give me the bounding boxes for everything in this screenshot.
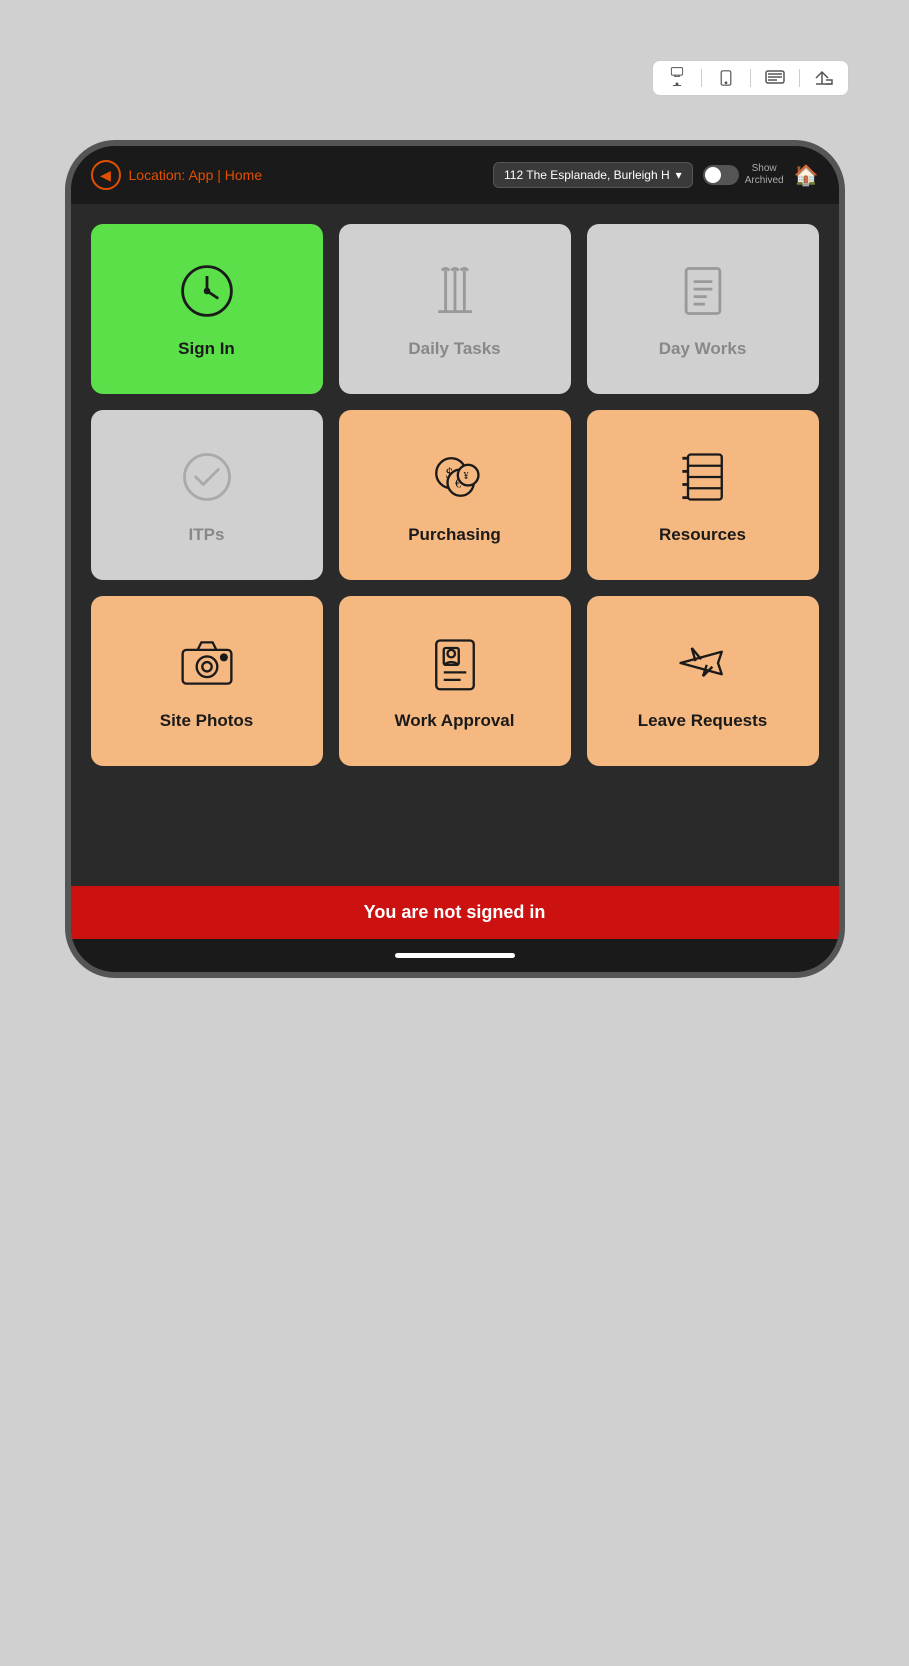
toggle-label: ShowArchived: [745, 163, 784, 187]
work-approval-tile[interactable]: Work Approval: [339, 596, 571, 766]
page-wrapper: ◀ Location: App | Home 112 The Esplanade…: [0, 0, 909, 1666]
daily-tasks-tile[interactable]: Daily Tasks: [339, 224, 571, 394]
purchasing-label: Purchasing: [408, 525, 501, 545]
itps-label: ITPs: [189, 525, 225, 545]
location-dropdown[interactable]: 112 The Esplanade, Burleigh H ▾: [493, 162, 693, 188]
grid-spacer: [71, 786, 839, 886]
location-path: App | Home: [188, 167, 262, 183]
tile-grid: Sign In Daily Tasks: [71, 204, 839, 786]
phone-device: ◀ Location: App | Home 112 The Esplanade…: [65, 140, 845, 978]
back-arrow-icon: ◀: [100, 167, 111, 184]
day-works-tile[interactable]: Day Works: [587, 224, 819, 394]
notebook-icon: [671, 445, 735, 509]
site-photos-label: Site Photos: [160, 711, 254, 731]
check-circle-icon: [175, 445, 239, 509]
site-photos-tile[interactable]: Site Photos: [91, 596, 323, 766]
chevron-down-icon: ▾: [676, 168, 682, 182]
home-indicator-bar: [395, 953, 515, 958]
dropdown-value: 112 The Esplanade, Burleigh H: [504, 168, 670, 182]
work-approval-label: Work Approval: [395, 711, 515, 731]
tools-icon: [423, 259, 487, 323]
toolbar-device-btn[interactable]: [712, 67, 740, 89]
camera-icon: [175, 631, 239, 695]
plane-icon: [671, 631, 735, 695]
document-icon: [671, 259, 735, 323]
daily-tasks-label: Daily Tasks: [408, 339, 500, 359]
clock-icon: [175, 259, 239, 323]
toggle-knob: [705, 167, 721, 183]
header-left: ◀ Location: App | Home: [91, 160, 263, 190]
toggle-container: ShowArchived: [703, 163, 784, 187]
itps-tile[interactable]: ITPs: [91, 410, 323, 580]
sign-in-tile[interactable]: Sign In: [91, 224, 323, 394]
resources-tile[interactable]: Resources: [587, 410, 819, 580]
signed-out-status: You are not signed in: [364, 902, 546, 922]
back-button[interactable]: ◀: [91, 160, 121, 190]
location-breadcrumb: Location: App | Home: [129, 167, 263, 183]
svg-text:¥: ¥: [463, 471, 469, 482]
home-button[interactable]: 🏠: [794, 163, 819, 188]
toolbar-screen-btn[interactable]: [663, 67, 691, 89]
phone-header: ◀ Location: App | Home 112 The Esplanade…: [71, 146, 839, 204]
archived-toggle[interactable]: [703, 165, 739, 185]
header-right: 112 The Esplanade, Burleigh H ▾ ShowArch…: [493, 162, 819, 188]
resources-label: Resources: [659, 525, 746, 545]
leave-requests-label: Leave Requests: [638, 711, 767, 731]
status-bar: You are not signed in: [71, 886, 839, 939]
toolbar-display-btn[interactable]: [761, 67, 789, 89]
sign-in-label: Sign In: [178, 339, 235, 359]
day-works-label: Day Works: [659, 339, 747, 359]
id-card-icon: [423, 631, 487, 695]
toolbar: [652, 60, 849, 96]
leave-requests-tile[interactable]: Leave Requests: [587, 596, 819, 766]
toolbar-export-btn[interactable]: [810, 67, 838, 89]
phone-footer: [71, 939, 839, 972]
purchasing-tile[interactable]: $ € ¥ Purchasing: [339, 410, 571, 580]
coins-icon: $ € ¥: [423, 445, 487, 509]
location-prefix: Location:: [129, 167, 186, 183]
